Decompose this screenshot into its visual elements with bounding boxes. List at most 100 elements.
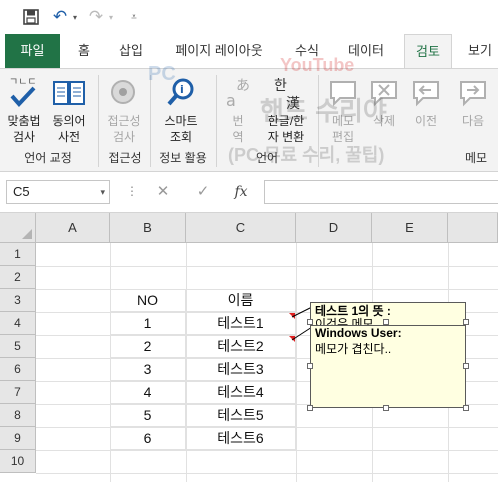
- comment-author: Windows User:: [315, 326, 402, 340]
- cell-c5[interactable]: 테스트2: [186, 335, 296, 358]
- redo-icon[interactable]: ↷: [86, 6, 106, 28]
- svg-text:a: a: [226, 91, 236, 110]
- row-header[interactable]: 3: [0, 289, 36, 312]
- group-label-comments: 메모: [464, 151, 488, 165]
- resize-handle[interactable]: [463, 363, 469, 369]
- resize-handle[interactable]: [463, 405, 469, 411]
- next-comment-button[interactable]: 다음: [450, 73, 496, 129]
- delete-comment-button[interactable]: 삭제: [364, 73, 404, 129]
- tab-view[interactable]: 보기: [462, 34, 498, 68]
- group-separator: [216, 75, 217, 167]
- cell-b4[interactable]: 1: [110, 312, 186, 335]
- group-label-proofing: 언어 교정: [24, 151, 72, 165]
- cell-b3[interactable]: NO: [110, 289, 186, 312]
- cell-b8[interactable]: 5: [110, 404, 186, 427]
- insert-function-icon[interactable]: fx: [230, 180, 252, 204]
- row-header[interactable]: 8: [0, 404, 36, 427]
- group-label-language: 언어: [255, 151, 279, 165]
- formula-bar: C5 ▾ ⋮ ✕ ✓ fx: [0, 172, 498, 212]
- formula-bar-grip-icon[interactable]: ⋮: [126, 184, 138, 198]
- tab-formulas[interactable]: 수식: [288, 34, 326, 68]
- gridline: [36, 266, 498, 267]
- undo-dropdown-icon[interactable]: ▾: [70, 6, 80, 28]
- customize-arrow-icon[interactable]: ⩡: [128, 6, 140, 28]
- row-header[interactable]: 7: [0, 381, 36, 404]
- tab-insert[interactable]: 삽입: [112, 34, 150, 68]
- name-box-dropdown-icon[interactable]: ▾: [100, 181, 105, 203]
- cell-b6[interactable]: 3: [110, 358, 186, 381]
- accessibility-check-button[interactable]: 접근성 검사: [102, 73, 146, 145]
- row-header[interactable]: 2: [0, 266, 36, 289]
- hangul-hanja-button[interactable]: 한漢 한글/한 자 변환: [258, 73, 314, 145]
- select-all-icon: [22, 229, 32, 239]
- tab-data[interactable]: 데이터: [340, 34, 392, 68]
- accessibility-icon: [102, 73, 146, 113]
- quick-access-toolbar: ↶ ▾ ↷ ▾ ⩡: [0, 0, 498, 34]
- book-icon: [48, 73, 90, 113]
- search-icon: i: [154, 73, 208, 113]
- tab-home[interactable]: 홈: [70, 34, 98, 68]
- group-separator: [98, 75, 99, 167]
- comment-body: 메모가 겹친다..: [315, 342, 392, 356]
- row-header[interactable]: 9: [0, 427, 36, 450]
- cell-b9[interactable]: 6: [110, 427, 186, 450]
- tab-review[interactable]: 검토: [404, 34, 452, 68]
- row-header[interactable]: 6: [0, 358, 36, 381]
- comment-title: 테스트 1의 뜻 :: [315, 304, 391, 318]
- spelling-icon: ㄱㄴㄷ: [2, 73, 46, 113]
- undo-icon[interactable]: ↶: [50, 6, 70, 28]
- cancel-icon[interactable]: ✕: [152, 180, 174, 204]
- resize-handle[interactable]: [307, 405, 313, 411]
- delete-comment-icon: [364, 73, 404, 113]
- column-header-c[interactable]: C: [186, 213, 296, 243]
- resize-handle[interactable]: [307, 363, 313, 369]
- svg-text:あ: あ: [236, 78, 250, 94]
- comment-box[interactable]: 테스트 1의 뜻 : 이것은 메모 Windows User: 메모가 겹친다.…: [310, 302, 466, 408]
- name-box[interactable]: C5 ▾: [6, 180, 110, 204]
- resize-handle[interactable]: [383, 319, 389, 325]
- row-header[interactable]: 4: [0, 312, 36, 335]
- cell-b5[interactable]: 2: [110, 335, 186, 358]
- ribbon-review: ㄱㄴㄷ 맞춤법 검사 동의어 사전 언어 교정 접근성 검사 접근성 i 스마트…: [0, 55, 498, 172]
- save-icon[interactable]: [20, 6, 42, 28]
- cell-c4[interactable]: 테스트1: [186, 312, 296, 335]
- row-header[interactable]: 5: [0, 335, 36, 358]
- next-comment-icon: [450, 73, 496, 113]
- redo-dropdown-icon[interactable]: ▾: [106, 6, 116, 28]
- smart-lookup-button[interactable]: i 스마트 조회: [154, 73, 208, 145]
- tab-page-layout[interactable]: 페이지 레이아웃: [164, 34, 274, 68]
- gridline: [36, 450, 498, 451]
- hanja-icon: 한漢: [258, 73, 314, 113]
- column-header-e[interactable]: E: [372, 213, 448, 243]
- group-label-accessibility: 접근성: [108, 151, 142, 165]
- tab-file[interactable]: 파일: [5, 34, 60, 68]
- cell-b7[interactable]: 4: [110, 381, 186, 404]
- cell-c3[interactable]: 이름: [186, 289, 296, 312]
- row-header[interactable]: 10: [0, 450, 36, 473]
- resize-handle[interactable]: [383, 405, 389, 411]
- previous-comment-button[interactable]: 이전: [406, 73, 446, 129]
- group-separator: [150, 75, 151, 167]
- column-header-d[interactable]: D: [296, 213, 372, 243]
- cell-c9[interactable]: 테스트6: [186, 427, 296, 450]
- column-header-a[interactable]: A: [36, 213, 110, 243]
- resize-handle[interactable]: [463, 319, 469, 325]
- column-header-b[interactable]: B: [110, 213, 186, 243]
- select-all-button[interactable]: [0, 213, 36, 243]
- row-header[interactable]: 1: [0, 243, 36, 266]
- ribbon-tabs: 파일 홈 삽입 페이지 레이아웃 수식 데이터 검토 보기: [0, 34, 498, 68]
- svg-text:漢: 漢: [286, 96, 300, 111]
- column-header-f[interactable]: [448, 213, 498, 243]
- svg-text:i: i: [180, 83, 184, 96]
- cell-c7[interactable]: 테스트4: [186, 381, 296, 404]
- formula-input[interactable]: [264, 180, 498, 204]
- cell-c6[interactable]: 테스트3: [186, 358, 296, 381]
- edit-comment-button[interactable]: 메모 편집: [322, 73, 364, 145]
- resize-handle[interactable]: [307, 319, 313, 325]
- cell-c8[interactable]: 테스트5: [186, 404, 296, 427]
- enter-icon[interactable]: ✓: [192, 180, 214, 204]
- spelling-button[interactable]: ㄱㄴㄷ 맞춤법 검사: [2, 73, 46, 145]
- translate-icon: あa: [220, 73, 256, 113]
- thesaurus-button[interactable]: 동의어 사전: [48, 73, 90, 145]
- translate-button[interactable]: あa 번 역: [220, 73, 256, 145]
